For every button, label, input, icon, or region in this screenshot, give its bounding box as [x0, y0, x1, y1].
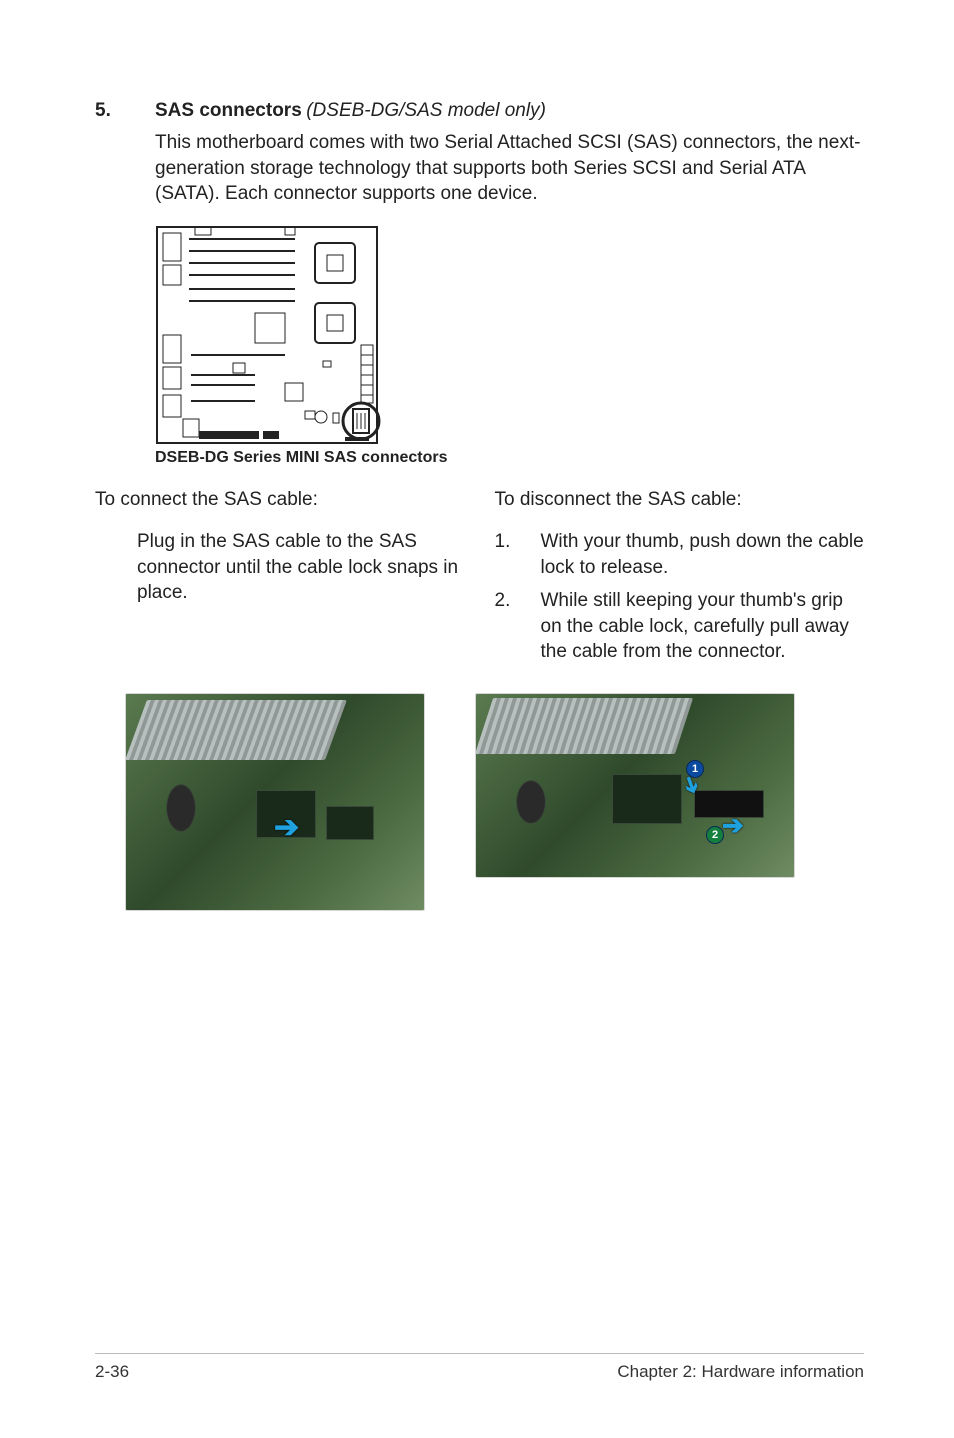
- connect-heading: To connect the SAS cable:: [95, 489, 465, 511]
- connect-photo: ➔: [125, 693, 425, 911]
- motherboard-diagram-svg: [155, 225, 395, 445]
- disconnect-step-2: 2. While still keeping your thumb's grip…: [495, 588, 865, 665]
- motherboard-diagram: [155, 225, 864, 445]
- chapter-label: Chapter 2: Hardware information: [617, 1362, 864, 1382]
- section-number: 5.: [95, 100, 127, 122]
- arrow-pull-icon: ➔: [722, 810, 744, 841]
- step-number: 1.: [495, 529, 513, 580]
- page-footer: 2-36 Chapter 2: Hardware information: [95, 1353, 864, 1382]
- page-number: 2-36: [95, 1362, 129, 1382]
- intro-paragraph: This motherboard comes with two Serial A…: [155, 130, 864, 207]
- connect-column: To connect the SAS cable: Plug in the SA…: [95, 489, 465, 683]
- arrow-insert-icon: ➔: [274, 810, 299, 845]
- disconnect-column: To disconnect the SAS cable: 1. With you…: [495, 489, 865, 683]
- document-page: 5. SAS connectors (DSEB-DG/SAS model onl…: [0, 0, 954, 1438]
- disconnect-heading: To disconnect the SAS cable:: [495, 489, 865, 511]
- section-heading: 5. SAS connectors (DSEB-DG/SAS model onl…: [95, 100, 864, 122]
- connect-body: Plug in the SAS cable to the SAS connect…: [137, 529, 465, 606]
- disconnect-steps: 1. With your thumb, push down the cable …: [495, 529, 865, 665]
- step-number: 2.: [495, 588, 513, 665]
- section-title-line: SAS connectors (DSEB-DG/SAS model only): [155, 100, 546, 122]
- step-text: While still keeping your thumb's grip on…: [541, 588, 865, 665]
- callout-2-label: 2: [712, 829, 718, 841]
- disconnect-step-1: 1. With your thumb, push down the cable …: [495, 529, 865, 580]
- section-note: (DSEB-DG/SAS model only): [306, 100, 546, 121]
- step-text: With your thumb, push down the cable loc…: [541, 529, 865, 580]
- photo-row: ➔ 1 ➔ 2 ➔: [95, 693, 864, 911]
- disconnect-photo: 1 ➔ 2 ➔: [475, 693, 795, 878]
- section-title: SAS connectors: [155, 100, 302, 121]
- instruction-columns: To connect the SAS cable: Plug in the SA…: [95, 489, 864, 683]
- diagram-caption: DSEB-DG Series MINI SAS connectors: [155, 449, 864, 467]
